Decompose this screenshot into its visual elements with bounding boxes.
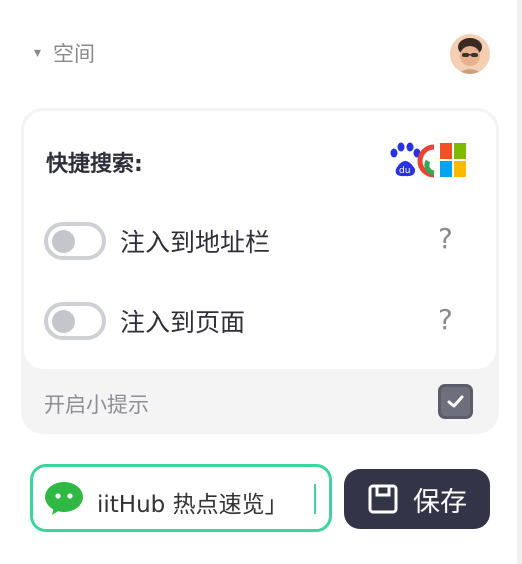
svg-text:du: du xyxy=(399,166,410,176)
caret-down-icon: ▾ xyxy=(34,45,42,61)
inject-address-bar-label: 注入到地址栏 xyxy=(120,228,271,257)
help-icon[interactable]: ? xyxy=(438,222,453,255)
inject-page-toggle[interactable] xyxy=(44,302,106,340)
space-header[interactable]: ▾ 空间 xyxy=(34,36,95,70)
space-label: 空间 xyxy=(53,42,96,66)
bing-icon xyxy=(440,143,466,177)
inject-page-label: 注入到页面 xyxy=(120,308,246,337)
save-button[interactable]: 保存 xyxy=(344,469,490,529)
window-edge xyxy=(517,0,522,564)
check-icon xyxy=(447,395,464,408)
baidu-icon: du xyxy=(390,142,421,177)
inject-address-bar-toggle[interactable] xyxy=(44,222,106,260)
floppy-icon xyxy=(368,484,398,514)
save-label: 保存 xyxy=(413,486,467,518)
search-engine-icons: du xyxy=(388,139,468,183)
inject-page-row: 注入到页面 xyxy=(44,299,464,343)
input-value: iitHub 热点速览」 xyxy=(97,492,288,518)
inject-address-bar-row: 注入到地址栏 xyxy=(44,219,464,263)
tips-label: 开启小提示 xyxy=(44,393,149,417)
name-input[interactable]: iitHub 热点速览」 xyxy=(30,464,332,532)
google-icon xyxy=(417,144,435,178)
avatar-icon xyxy=(450,34,490,74)
tips-checkbox[interactable] xyxy=(438,384,473,419)
toggle-knob xyxy=(52,230,75,253)
text-cursor xyxy=(314,484,316,514)
wechat-icon xyxy=(45,482,83,515)
avatar[interactable] xyxy=(450,34,490,74)
help-icon[interactable]: ? xyxy=(438,303,453,336)
toggle-knob xyxy=(52,310,75,333)
quick-search-title: 快捷搜索: xyxy=(46,152,143,177)
